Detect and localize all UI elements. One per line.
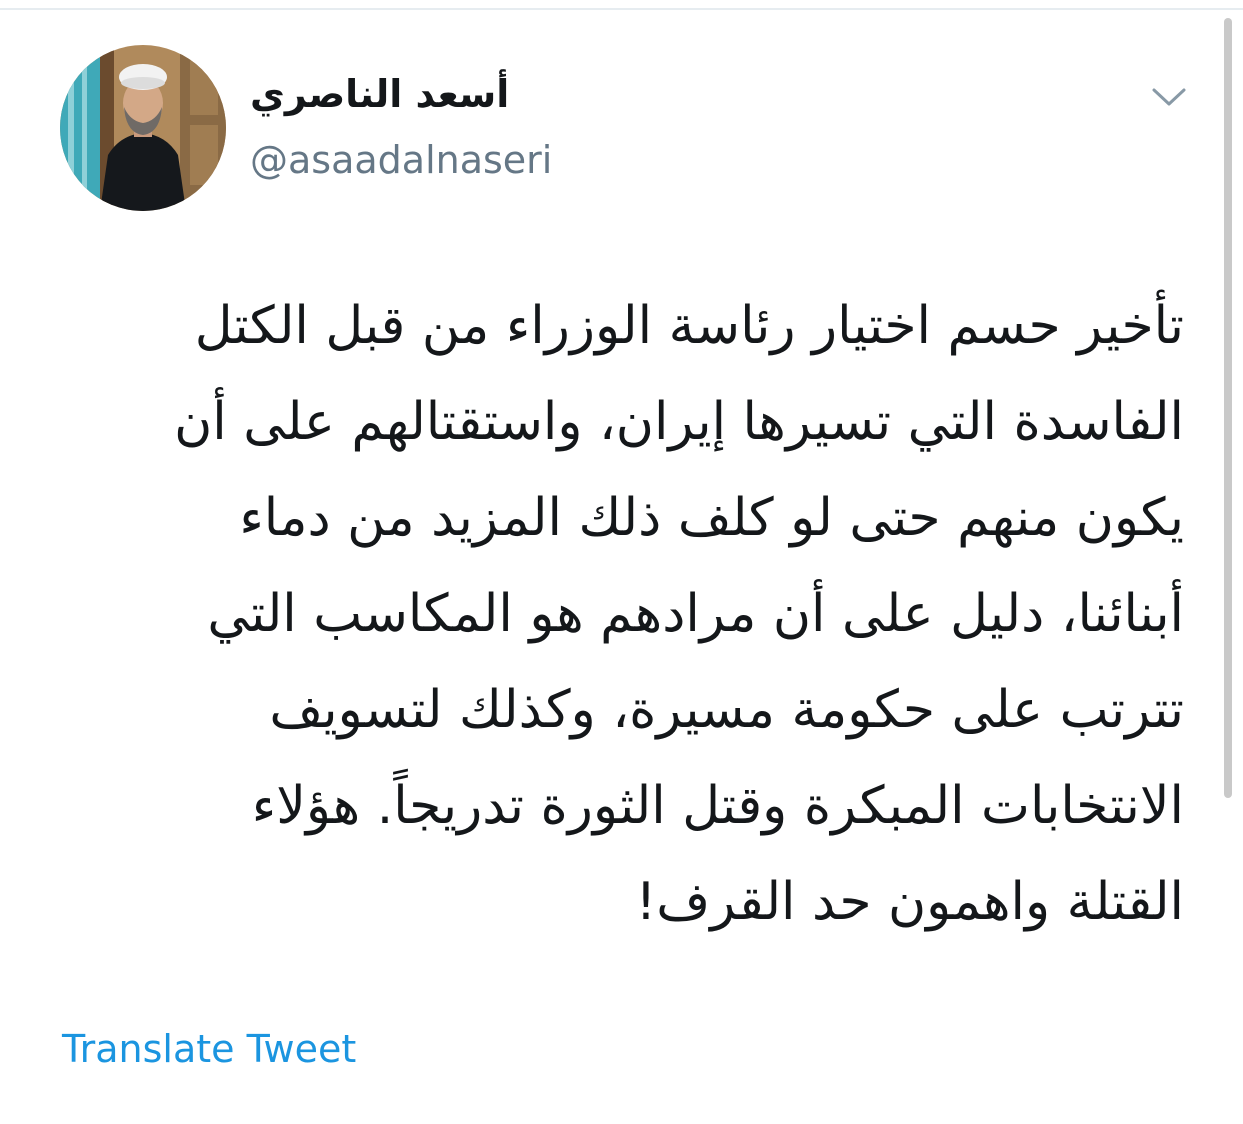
tweet-text-line: الانتخابات المبكرة وقتل الثورة تدريجاً. … (251, 776, 1184, 836)
chevron-down-icon[interactable] (1150, 84, 1188, 110)
tweet-text-line: يكون منهم حتى لو كلف ذلك المزيد من دماء (239, 488, 1184, 548)
tweet-text-line: الفاسدة التي تسيرها إيران، واستقتالهم عل… (174, 392, 1184, 452)
tweet-text-line: أبنائنا، دليل على أن مرادهم هو المكاسب ا… (207, 584, 1184, 644)
tweet-text-line: تترتب على حكومة مسيرة، وكذلك لتسويف (269, 680, 1184, 740)
author-display-name[interactable]: أسعد الناصري (250, 68, 530, 120)
tweet-text: تأخير حسم اختيار رئاسة الوزراء من قبل ال… (60, 278, 1184, 950)
author-handle[interactable]: @asaadalnaseri (250, 136, 552, 184)
avatar-photo (60, 45, 226, 211)
tweet-text-line: تأخير حسم اختيار رئاسة الوزراء من قبل ال… (194, 296, 1184, 356)
top-divider (0, 8, 1243, 10)
scrollbar-thumb[interactable] (1224, 18, 1232, 798)
translate-tweet-link[interactable]: Translate Tweet (62, 1024, 356, 1074)
avatar[interactable] (60, 45, 226, 211)
tweet-text-line: القتلة واهمون حد القرف! (635, 872, 1184, 932)
